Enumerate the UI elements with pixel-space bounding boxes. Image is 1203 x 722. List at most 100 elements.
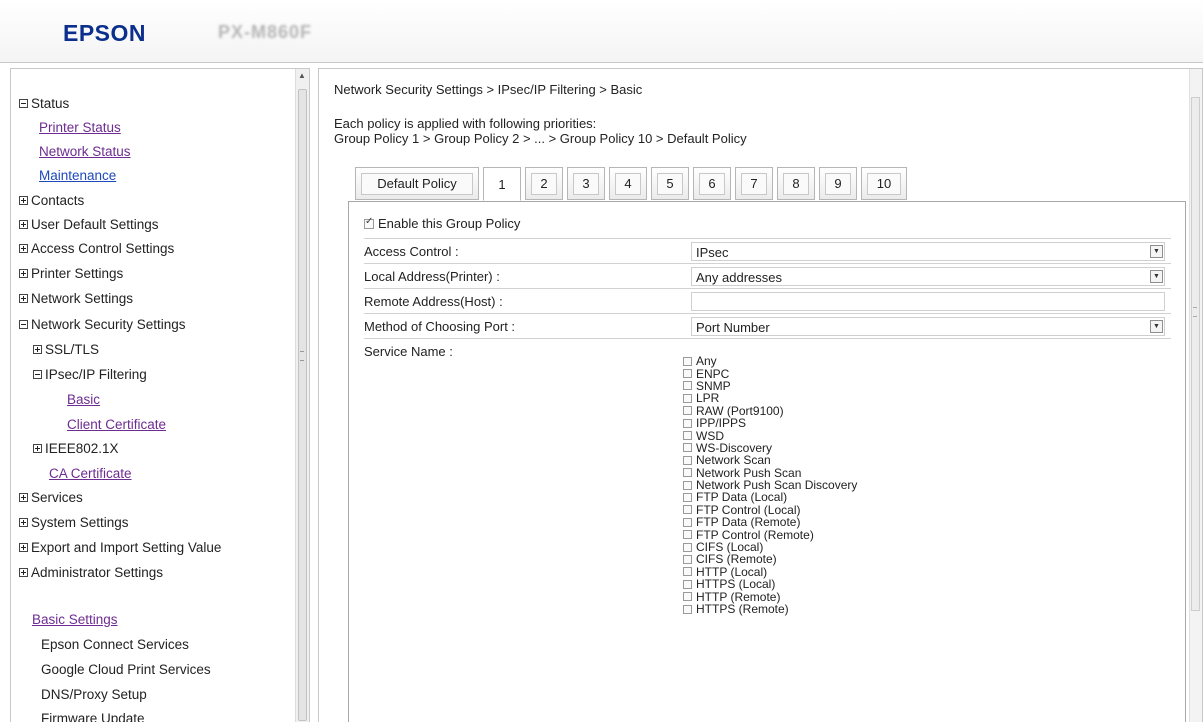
service-cifs-local[interactable]: CIFS (Local) (683, 541, 857, 553)
service-network-push-scan[interactable]: Network Push Scan (683, 467, 857, 479)
nav-item-dns-proxy[interactable]: DNS/Proxy Setup (41, 687, 147, 702)
service-checkbox[interactable] (683, 517, 692, 527)
service-checkbox[interactable] (683, 567, 692, 577)
service-network-scan[interactable]: Network Scan (683, 454, 857, 466)
enable-group-policy[interactable]: Enable this Group Policy (364, 216, 520, 231)
service-raw[interactable]: RAW (Port9100) (683, 405, 857, 417)
service-network-push-scan-discovery[interactable]: Network Push Scan Discovery (683, 479, 857, 491)
service-https-remote[interactable]: HTTPS (Remote) (683, 603, 857, 615)
scrollbar-thumb[interactable] (1191, 97, 1200, 611)
service-snmp[interactable]: SNMP (683, 380, 857, 392)
service-checkbox[interactable] (683, 604, 692, 614)
dropdown-arrow-icon[interactable]: ▼ (1150, 270, 1163, 283)
nav-item-access-control[interactable]: Access Control Settings (19, 241, 174, 256)
service-checkbox[interactable] (683, 480, 692, 490)
service-checkbox[interactable] (683, 369, 692, 379)
service-checkbox[interactable] (683, 554, 692, 564)
nav-item-printer-settings[interactable]: Printer Settings (19, 266, 123, 281)
tab-8[interactable]: 8 (777, 167, 815, 200)
tab-7[interactable]: 7 (735, 167, 773, 200)
service-lpr[interactable]: LPR (683, 392, 857, 404)
expand-icon[interactable] (19, 196, 28, 205)
tab-10[interactable]: 10 (861, 167, 907, 200)
expand-icon[interactable] (19, 244, 28, 253)
enable-group-policy-checkbox[interactable] (364, 216, 374, 229)
service-cifs-remote[interactable]: CIFS (Remote) (683, 553, 857, 565)
nav-item-network-settings[interactable]: Network Settings (19, 291, 133, 306)
tab-9[interactable]: 9 (819, 167, 857, 200)
nav-item-firmware-update[interactable]: Firmware Update (41, 711, 145, 722)
tab-3[interactable]: 3 (567, 167, 605, 200)
service-ftp-control-remote[interactable]: FTP Control (Remote) (683, 528, 857, 541)
service-checkbox[interactable] (683, 592, 692, 602)
nav-item-ieee8021x[interactable]: IEEE802.1X (33, 441, 119, 456)
nav-link-client-certificate[interactable]: Client Certificate (67, 417, 166, 432)
nav-item-status[interactable]: Status (19, 96, 69, 111)
nav-item-system-settings[interactable]: System Settings (19, 515, 129, 530)
service-http-local[interactable]: HTTP (Local) (683, 566, 857, 578)
nav-item-services[interactable]: Services (19, 490, 83, 505)
expand-icon[interactable] (19, 543, 28, 552)
service-checkbox[interactable] (683, 505, 692, 515)
nav-item-contacts[interactable]: Contacts (19, 193, 84, 208)
method-of-choosing-port-select[interactable]: Port Number ▼ (691, 317, 1165, 336)
service-checkbox[interactable] (683, 418, 692, 428)
access-control-select[interactable]: IPsec ▼ (691, 242, 1165, 261)
nav-link-basic-settings[interactable]: Basic Settings (32, 612, 118, 627)
service-checkbox[interactable] (683, 443, 692, 453)
tab-6[interactable]: 6 (693, 167, 731, 200)
service-checkbox[interactable] (683, 542, 692, 552)
nav-item-ipsec-filtering[interactable]: IPsec/IP Filtering (33, 367, 147, 382)
local-address-select[interactable]: Any addresses ▼ (691, 267, 1165, 286)
expand-icon[interactable] (19, 493, 28, 502)
service-checkbox[interactable] (683, 393, 692, 403)
sidebar-scrollbar[interactable]: ▲ (295, 69, 309, 722)
service-any[interactable]: Any (683, 355, 857, 367)
expand-icon[interactable] (33, 345, 42, 354)
service-ftp-data-local[interactable]: FTP Data (Local) (683, 491, 857, 503)
service-checkbox[interactable] (683, 492, 692, 502)
dropdown-arrow-icon[interactable]: ▼ (1150, 245, 1163, 258)
tab-1[interactable]: 1 (483, 167, 521, 201)
service-checkbox[interactable] (683, 431, 692, 441)
service-http-remote[interactable]: HTTP (Remote) (683, 590, 857, 603)
nav-item-epson-connect[interactable]: Epson Connect Services (41, 637, 189, 652)
scroll-up-icon[interactable]: ▲ (298, 71, 306, 80)
tab-4[interactable]: 4 (609, 167, 647, 200)
service-wsd[interactable]: WSD (683, 429, 857, 442)
nav-link-maintenance[interactable]: Maintenance (39, 168, 116, 183)
collapse-icon[interactable] (19, 320, 28, 329)
remote-address-input[interactable] (691, 292, 1165, 311)
collapse-icon[interactable] (33, 370, 42, 379)
service-enpc[interactable]: ENPC (683, 367, 857, 380)
service-checkbox[interactable] (683, 356, 692, 366)
service-checkbox[interactable] (683, 406, 692, 416)
nav-item-ssl-tls[interactable]: SSL/TLS (33, 342, 99, 357)
tab-2[interactable]: 2 (525, 167, 563, 200)
expand-icon[interactable] (19, 220, 28, 229)
tab-default-policy[interactable]: Default Policy (355, 167, 479, 200)
service-checkbox[interactable] (683, 530, 692, 540)
service-ftp-control-local[interactable]: FTP Control (Local) (683, 504, 857, 516)
expand-icon[interactable] (19, 568, 28, 577)
expand-icon[interactable] (19, 294, 28, 303)
dropdown-arrow-icon[interactable]: ▼ (1150, 320, 1163, 333)
service-ftp-data-remote[interactable]: FTP Data (Remote) (683, 516, 857, 528)
service-ws-discovery[interactable]: WS-Discovery (683, 442, 857, 454)
service-checkbox[interactable] (683, 579, 692, 589)
nav-item-google-cloud[interactable]: Google Cloud Print Services (41, 662, 211, 677)
expand-icon[interactable] (19, 518, 28, 527)
scrollbar-thumb[interactable] (298, 89, 307, 721)
expand-icon[interactable] (19, 269, 28, 278)
expand-icon[interactable] (33, 444, 42, 453)
nav-link-network-status[interactable]: Network Status (39, 144, 131, 159)
nav-item-network-security[interactable]: Network Security Settings (19, 317, 186, 332)
main-scrollbar[interactable] (1189, 69, 1202, 722)
nav-link-printer-status[interactable]: Printer Status (39, 120, 121, 135)
service-checkbox[interactable] (683, 468, 692, 478)
nav-item-admin-settings[interactable]: Administrator Settings (19, 565, 163, 580)
nav-item-export-import[interactable]: Export and Import Setting Value (19, 540, 221, 555)
service-checkbox[interactable] (683, 455, 692, 465)
tab-5[interactable]: 5 (651, 167, 689, 200)
service-checkbox[interactable] (683, 381, 692, 391)
